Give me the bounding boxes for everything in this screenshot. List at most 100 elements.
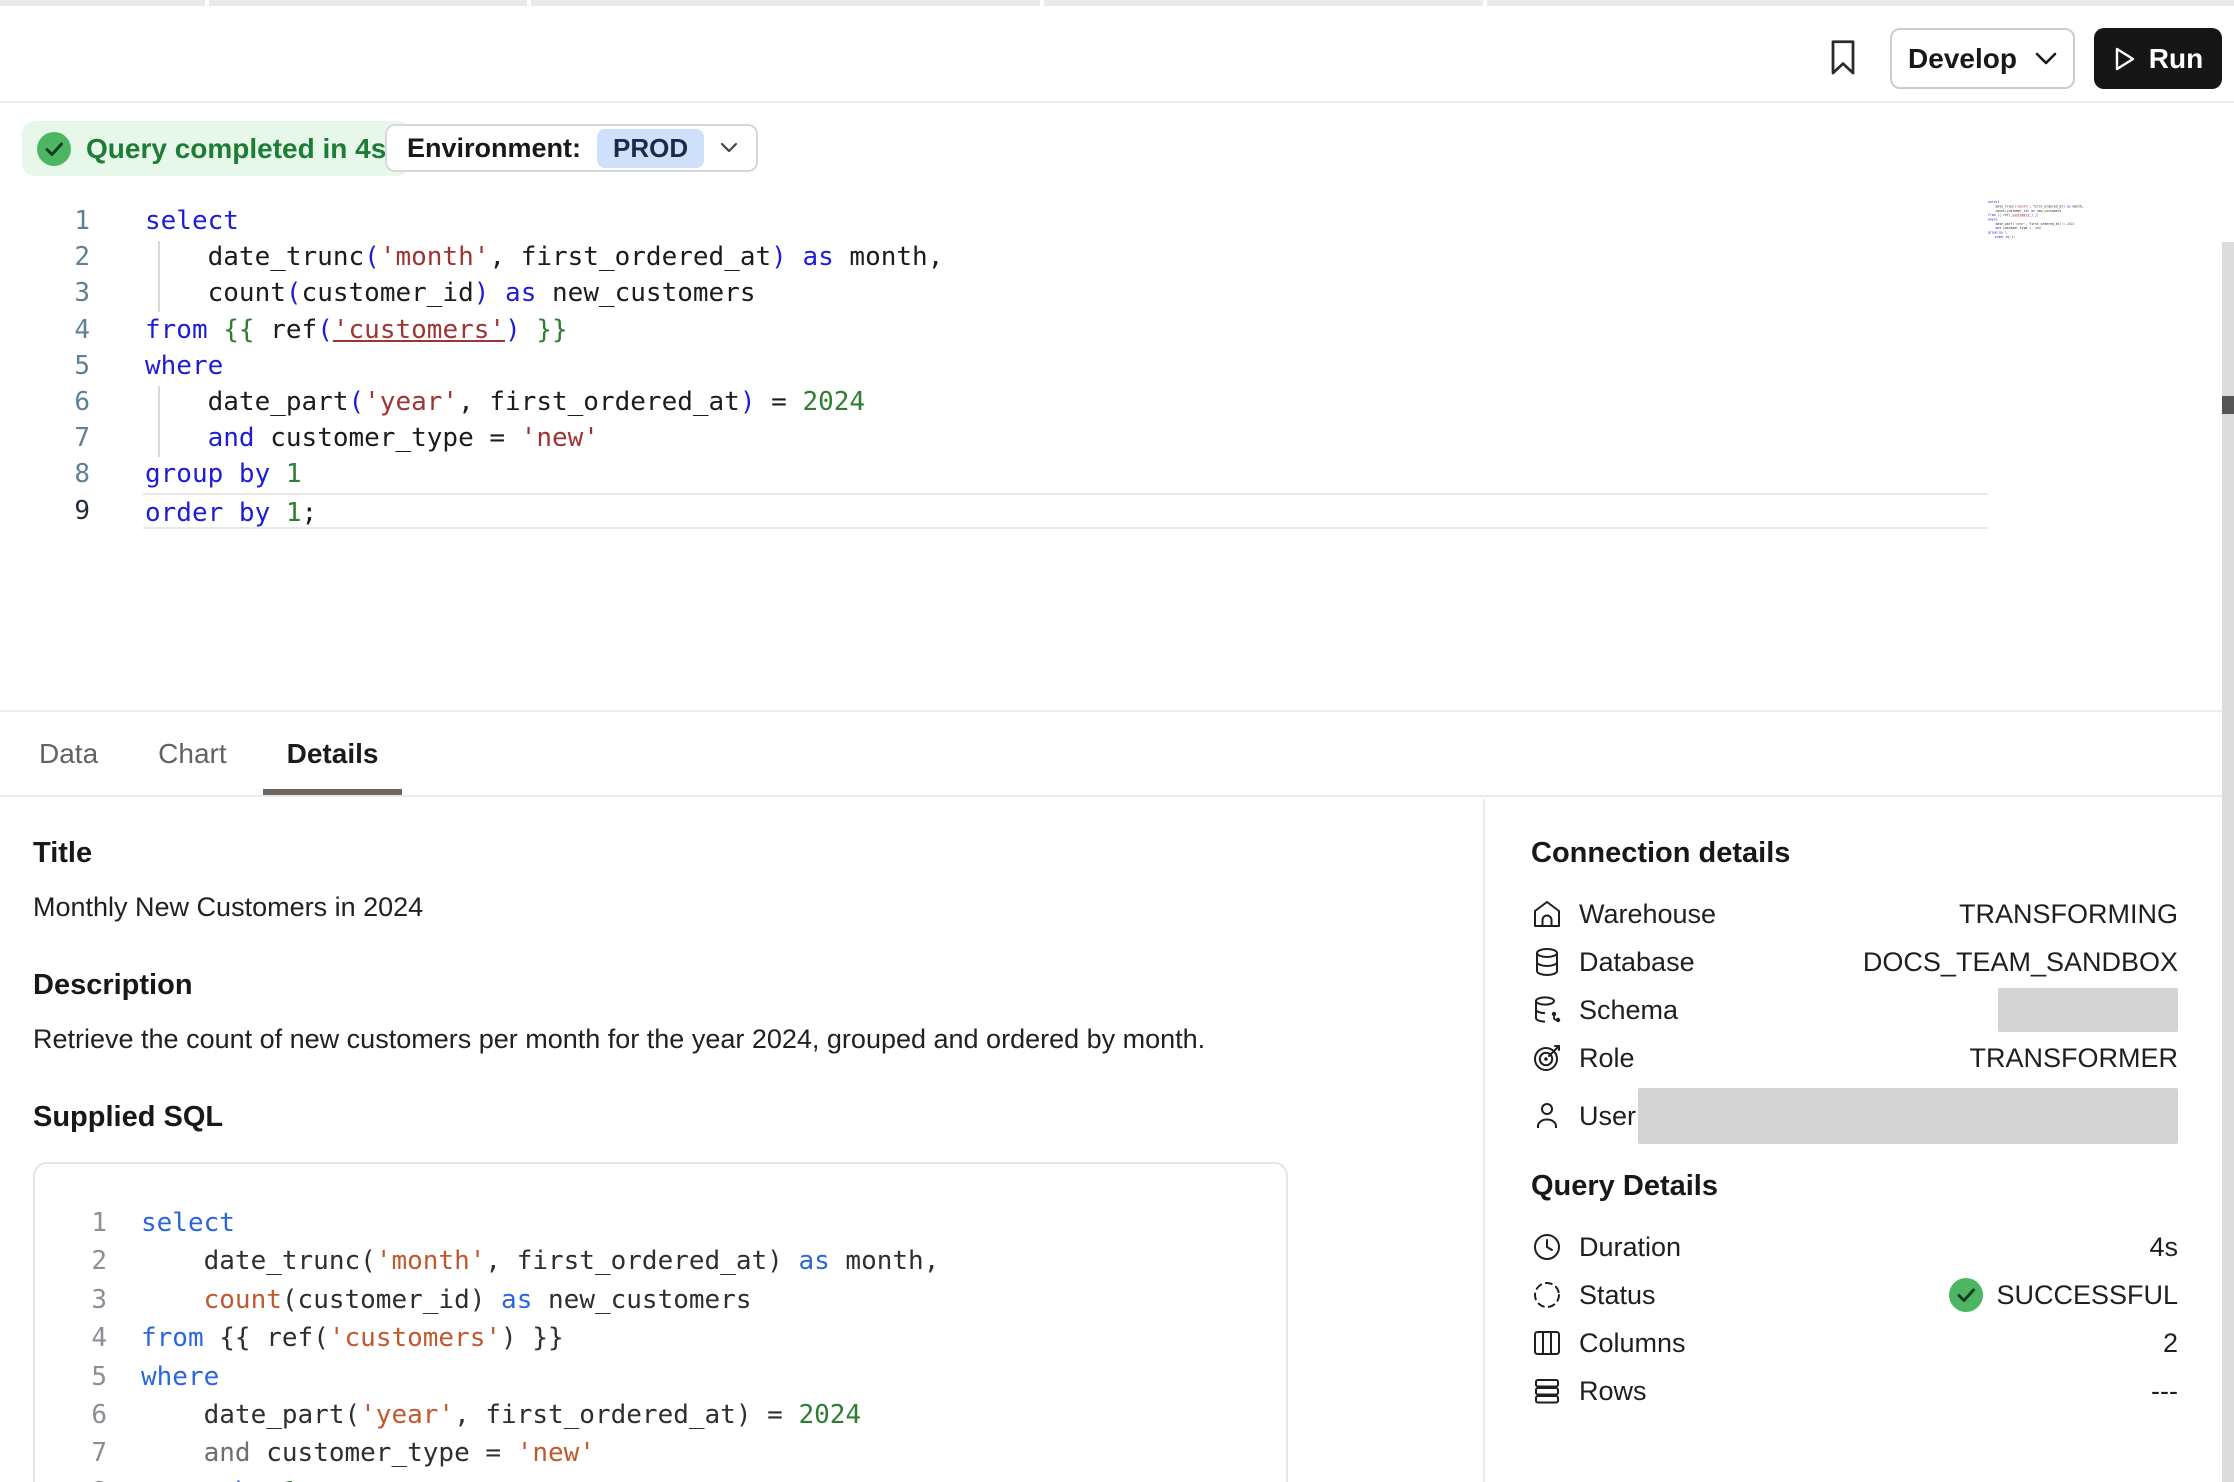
develop-dropdown-button[interactable]: Develop bbox=[1890, 28, 2075, 89]
detail-label: Rows bbox=[1579, 1376, 1647, 1407]
detail-row-warehouse: WarehouseTRANSFORMING bbox=[1531, 890, 2178, 938]
line-number: 7 bbox=[0, 420, 90, 456]
detail-row-rows: Rows --- bbox=[1531, 1367, 2178, 1415]
detail-label: Database bbox=[1579, 947, 1695, 978]
code-line: 4from {{ ref('customers') }} bbox=[0, 312, 1988, 348]
code-line: 8group by 1 bbox=[35, 1473, 1286, 1482]
line-number: 7 bbox=[35, 1434, 107, 1472]
sql-editor[interactable]: 1select2 date_trunc('month', first_order… bbox=[0, 197, 2234, 710]
rows-icon bbox=[1531, 1375, 1563, 1407]
line-number: 8 bbox=[0, 456, 90, 492]
code-line: 3 count(customer_id) as new_customers bbox=[0, 275, 1988, 311]
detail-value: 4s bbox=[2149, 1232, 2178, 1263]
code-line: order by 1; bbox=[1988, 235, 2108, 239]
environment-value-badge: PROD bbox=[597, 129, 704, 168]
connection-details-heading: Connection details bbox=[1531, 837, 2178, 870]
detail-row-columns: Columns 2 bbox=[1531, 1319, 2178, 1367]
schema-icon bbox=[1531, 994, 1563, 1026]
line-number: 3 bbox=[0, 275, 90, 311]
results-tabbar: Data Chart Details bbox=[0, 710, 2234, 797]
details-left-column: Title Monthly New Customers in 2024 Desc… bbox=[0, 799, 1483, 1482]
play-icon bbox=[2113, 46, 2137, 72]
status-icon bbox=[1531, 1279, 1563, 1311]
code-line: 7 and customer_type = 'new' bbox=[35, 1434, 1286, 1472]
detail-value bbox=[1998, 988, 2178, 1032]
line-number: 5 bbox=[35, 1358, 107, 1396]
query-details-rows: Duration4sStatusSUCCESSFULColumns2Rows--… bbox=[1531, 1223, 2178, 1415]
connection-details-rows: WarehouseTRANSFORMING Database DOCS_TEAM_S… bbox=[1531, 890, 2178, 1150]
detail-label: Status bbox=[1579, 1280, 1656, 1311]
code-line: 7 and customer_type = 'new' bbox=[0, 420, 1988, 456]
supplied-sql-code-block: 1select2 date_trunc('month', first_order… bbox=[33, 1162, 1288, 1482]
line-number: 6 bbox=[35, 1396, 107, 1434]
minimap-code: select date_trunc('month', first_ordered… bbox=[1988, 200, 2108, 239]
line-number: 5 bbox=[0, 348, 90, 384]
line-number: 6 bbox=[0, 384, 90, 420]
environment-label: Environment: bbox=[407, 133, 581, 164]
detail-row-status: Status SUCCESSFUL bbox=[1531, 1271, 2178, 1319]
run-label: Run bbox=[2149, 43, 2203, 75]
code-line: 2 date_trunc('month', first_ordered_at) … bbox=[35, 1242, 1286, 1280]
detail-value: --- bbox=[2151, 1376, 2178, 1407]
environment-selector[interactable]: Environment: PROD bbox=[385, 124, 758, 172]
columns-icon bbox=[1531, 1327, 1563, 1359]
code-line: 6 date_part('year', first_ordered_at) = … bbox=[0, 384, 1988, 420]
description-heading: Description bbox=[33, 969, 1483, 1002]
tab-details[interactable]: Details bbox=[281, 712, 385, 795]
bookmark-icon bbox=[1828, 38, 1858, 78]
line-number: 1 bbox=[35, 1204, 107, 1242]
line-number: 4 bbox=[0, 312, 90, 348]
window-scrollbar-thumb[interactable] bbox=[2222, 396, 2234, 414]
check-circle-icon bbox=[36, 131, 72, 167]
query-status-text: Query completed in 4s bbox=[86, 133, 386, 165]
title-value: Monthly New Customers in 2024 bbox=[33, 892, 1483, 923]
warehouse-icon bbox=[1531, 898, 1563, 930]
clock-icon bbox=[1531, 1231, 1563, 1263]
detail-row-schema: Schema bbox=[1531, 986, 2178, 1034]
tab-data[interactable]: Data bbox=[33, 712, 104, 795]
detail-label: Role bbox=[1579, 1043, 1635, 1074]
detail-value: 2 bbox=[2163, 1328, 2178, 1359]
description-value: Retrieve the count of new customers per … bbox=[33, 1024, 1483, 1055]
code-line: 8group by 1 bbox=[0, 456, 1988, 492]
check-circle-icon bbox=[1948, 1277, 1984, 1313]
detail-value: TRANSFORMER bbox=[1970, 1043, 2179, 1074]
editor-minimap[interactable]: select date_trunc('month', first_ordered… bbox=[1988, 200, 2108, 248]
app-window: Develop Run Query completed in 4s Enviro… bbox=[0, 0, 2234, 1482]
redacted-value bbox=[1638, 1088, 2178, 1144]
user-icon bbox=[1531, 1100, 1563, 1132]
line-number: 8 bbox=[35, 1473, 107, 1482]
bookmark-button[interactable] bbox=[1828, 36, 1868, 80]
tab-chart[interactable]: Chart bbox=[152, 712, 232, 795]
editor-code[interactable]: 1select2 date_trunc('month', first_order… bbox=[0, 203, 1988, 529]
chevron-down-icon bbox=[720, 142, 738, 154]
header-bar: Develop Run bbox=[0, 6, 2234, 103]
window-scrollbar[interactable] bbox=[2222, 242, 2234, 1482]
line-number: 2 bbox=[35, 1242, 107, 1280]
code-line: 5where bbox=[35, 1358, 1286, 1396]
code-line: 1select bbox=[35, 1204, 1286, 1242]
detail-label: Columns bbox=[1579, 1328, 1686, 1359]
detail-label: User bbox=[1579, 1101, 1636, 1132]
detail-row-database: Database DOCS_TEAM_SANDBOX bbox=[1531, 938, 2178, 986]
line-number: 4 bbox=[35, 1319, 107, 1357]
detail-value: TRANSFORMING bbox=[1959, 899, 2178, 930]
code-line: 5where bbox=[0, 348, 1988, 384]
chevron-down-icon bbox=[2035, 52, 2057, 66]
code-line: 3 count(customer_id) as new_customers bbox=[35, 1281, 1286, 1319]
code-line: 2 date_trunc('month', first_ordered_at) … bbox=[0, 239, 1988, 275]
detail-value: DOCS_TEAM_SANDBOX bbox=[1863, 947, 2178, 978]
supplied-sql-heading: Supplied SQL bbox=[33, 1101, 1483, 1134]
line-number: 1 bbox=[0, 203, 90, 239]
code-line: 9order by 1; bbox=[0, 493, 1988, 529]
query-details-heading: Query Details bbox=[1531, 1170, 2178, 1203]
line-number: 3 bbox=[35, 1281, 107, 1319]
detail-label: Schema bbox=[1579, 995, 1678, 1026]
role-icon bbox=[1531, 1042, 1563, 1074]
title-heading: Title bbox=[33, 837, 1483, 870]
detail-value: SUCCESSFUL bbox=[1948, 1277, 2178, 1313]
database-icon bbox=[1531, 946, 1563, 978]
code-line: 1select bbox=[0, 203, 1988, 239]
run-button[interactable]: Run bbox=[2094, 28, 2222, 89]
details-right-column: Connection details WarehouseTRANSFORMING… bbox=[1483, 799, 2234, 1482]
